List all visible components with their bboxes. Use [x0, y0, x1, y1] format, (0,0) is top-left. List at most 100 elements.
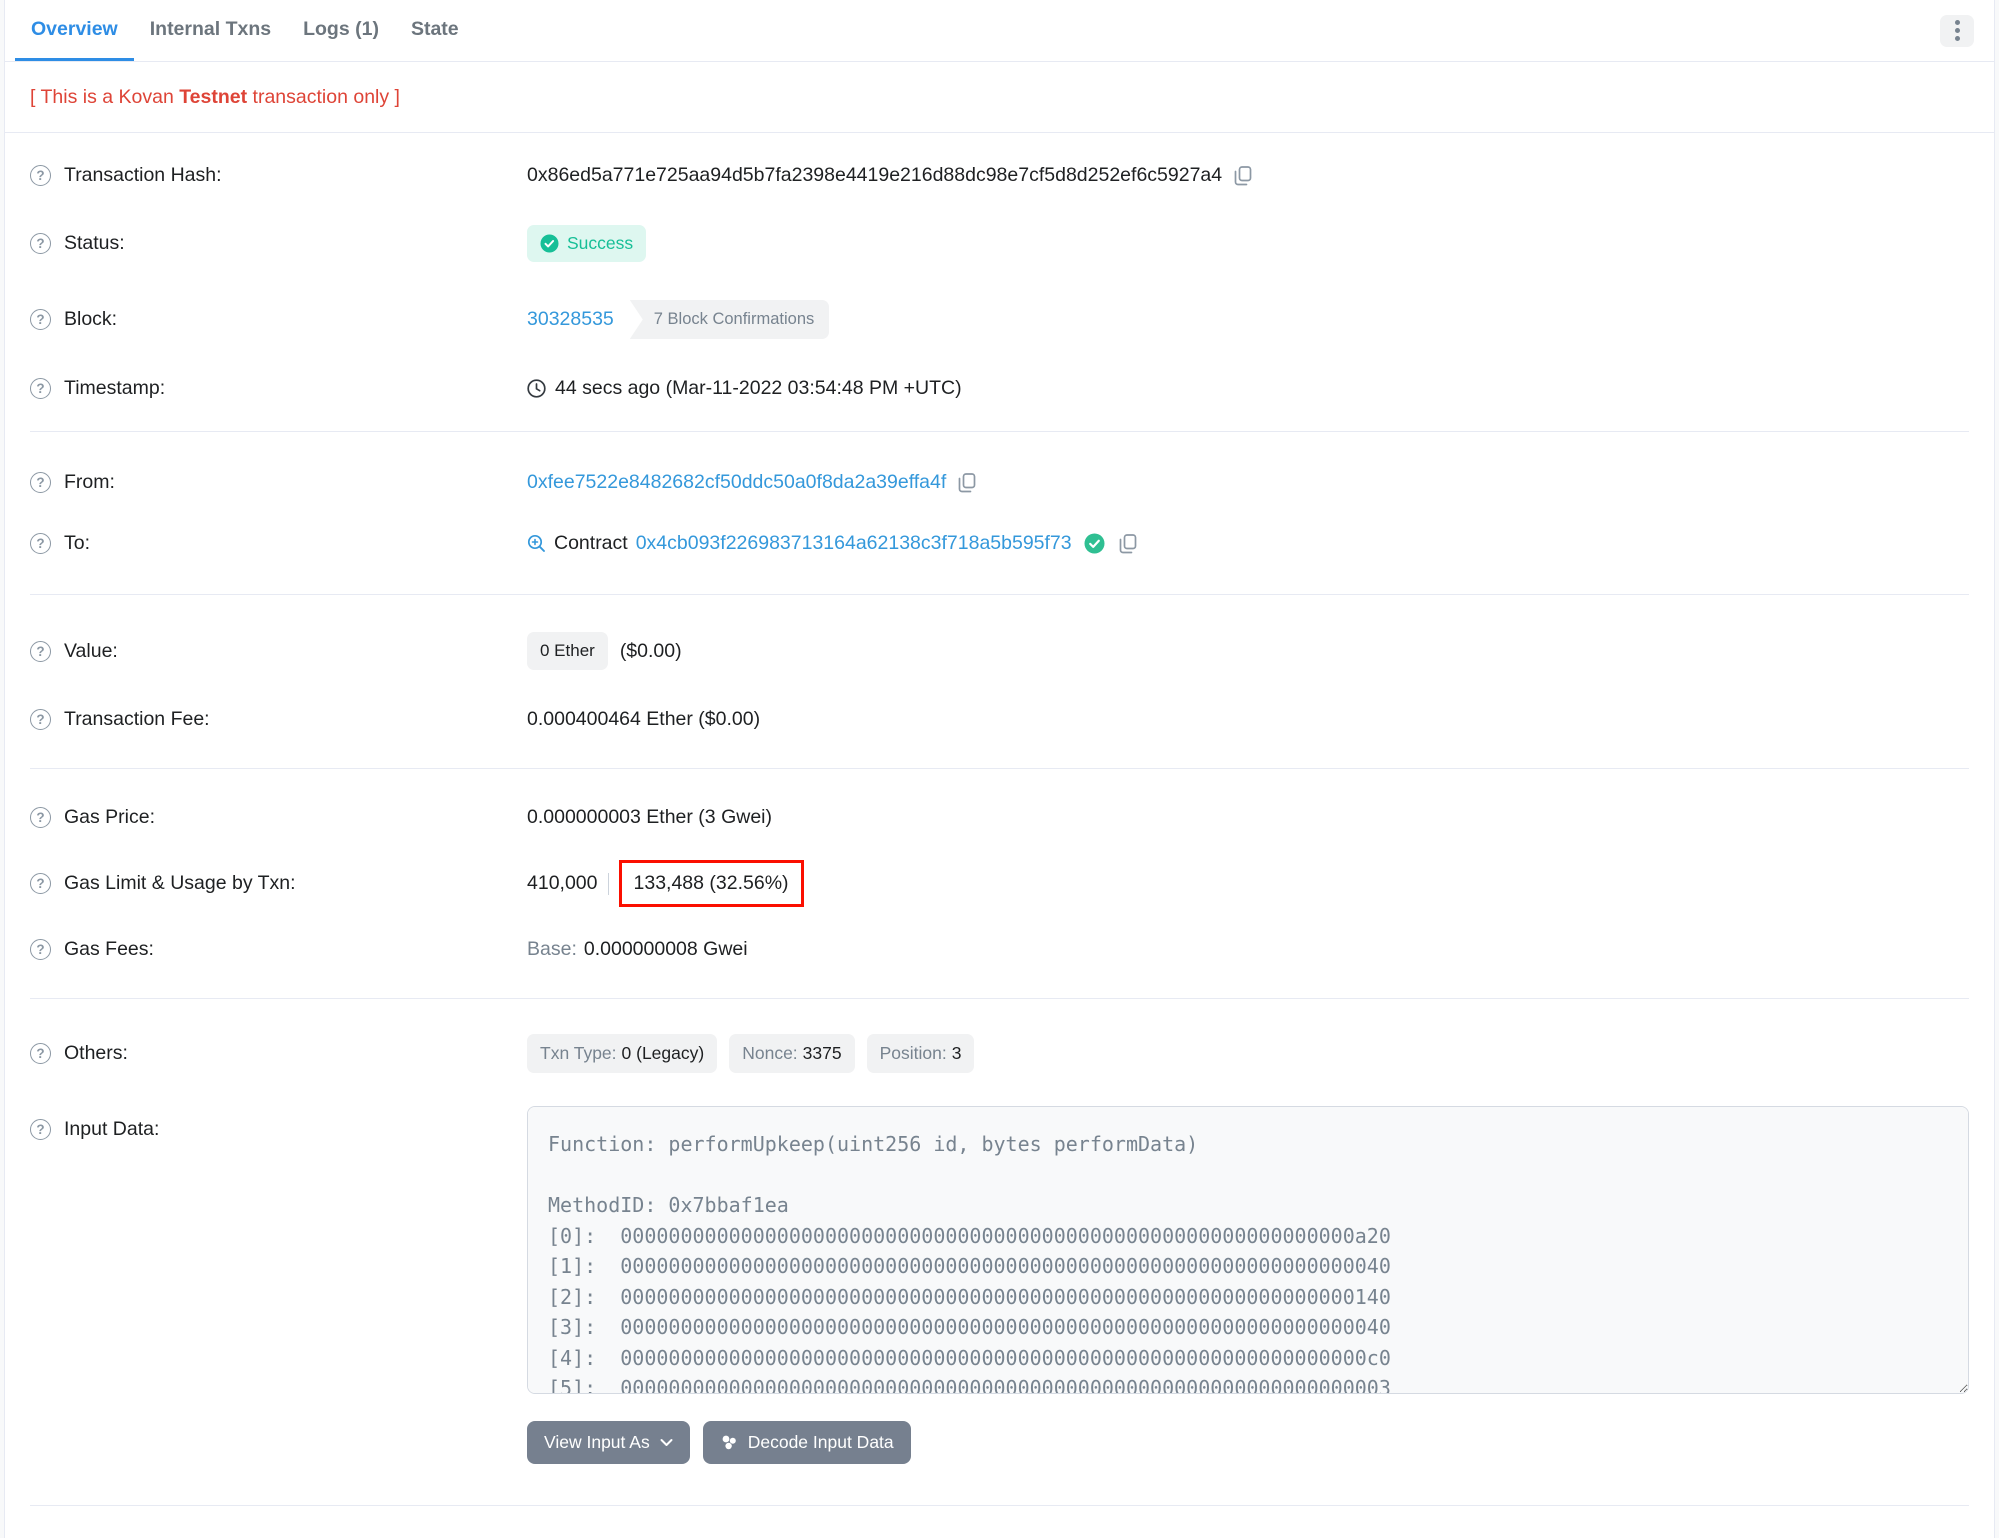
gas-usage-value: 133,488 (32.56%): [633, 872, 789, 894]
gas-price-value: 0.000000003 Ether (3 Gwei): [527, 806, 772, 828]
copy-icon: [1119, 533, 1137, 554]
zoom-in-icon[interactable]: [527, 534, 546, 553]
help-icon[interactable]: [30, 533, 51, 554]
gas-fees-base-label: Base:: [527, 938, 577, 960]
help-icon[interactable]: [30, 233, 51, 254]
row-to: To: Contract 0x4cb093f226983713164a62138…: [30, 513, 1969, 574]
notice-bold: Testnet: [179, 86, 248, 108]
tab-state[interactable]: State: [395, 0, 475, 61]
copy-hash-button[interactable]: [1234, 165, 1252, 186]
help-icon[interactable]: [30, 1119, 51, 1140]
txn-type-badge: Txn Type: 0 (Legacy): [527, 1034, 718, 1073]
gas-limit-value: 410,000: [527, 872, 598, 894]
transaction-hash-value: 0x86ed5a771e725aa94d5b7fa2398e4419e216d8…: [527, 164, 1223, 186]
status-value: Success: [567, 233, 634, 253]
to-contract-link[interactable]: 0x4cb093f226983713164a62138c3f718a5b595f…: [636, 532, 1072, 555]
decode-input-data-label: Decode Input Data: [747, 1432, 894, 1452]
row-label: Others:: [30, 1042, 527, 1065]
section-value: Value: 0 Ether ($0.00) Transaction Fee: …: [30, 595, 1969, 769]
kebab-dot-icon: [1954, 36, 1960, 41]
gas-usage-highlight-box: 133,488 (32.56%): [618, 860, 804, 907]
tab-bar: Overview Internal Txns Logs (1) State: [5, 0, 1994, 62]
position-label: Position:: [879, 1043, 947, 1063]
section-others-input: Others: Txn Type: 0 (Legacy) Nonce: 3375…: [30, 999, 1969, 1506]
nonce-label: Nonce:: [742, 1043, 798, 1063]
row-label: Gas Price:: [30, 806, 527, 829]
row-label: Gas Limit & Usage by Txn:: [30, 872, 527, 895]
tab-logs[interactable]: Logs (1): [287, 0, 395, 61]
row-from: From: 0xfee7522e8482682cf50ddc50a0f8da2a…: [30, 452, 1969, 513]
position-value: 3: [951, 1043, 962, 1063]
status-badge: Success: [527, 225, 647, 262]
check-circle-icon: [540, 234, 559, 253]
copy-icon: [1234, 165, 1252, 186]
gas-fees-base-value: 0.000000008 Gwei: [583, 938, 748, 960]
input-data-actions: View Input As Decode Input Data: [527, 1421, 1969, 1464]
decode-input-data-button[interactable]: Decode Input Data: [702, 1421, 911, 1464]
help-icon[interactable]: [30, 309, 51, 330]
from-address-link[interactable]: 0xfee7522e8482682cf50ddc50a0f8da2a39effa…: [527, 471, 946, 494]
row-label: Block:: [30, 308, 527, 331]
value-label: Value:: [64, 639, 118, 662]
help-icon[interactable]: [30, 378, 51, 399]
help-icon[interactable]: [30, 873, 51, 894]
row-label: Value:: [30, 640, 527, 663]
to-label: To:: [64, 532, 91, 554]
row-transaction-fee: Transaction Fee: 0.000400464 Ether ($0.0…: [30, 689, 1969, 750]
kebab-dot-icon: [1954, 20, 1960, 25]
row-label: To:: [30, 532, 527, 555]
row-input-data: Input Data: Function: performUpkeep(uint…: [30, 1092, 1969, 1483]
row-label: Transaction Hash:: [30, 164, 527, 187]
gas-price-label: Gas Price:: [64, 806, 156, 828]
txn-type-label: Txn Type:: [540, 1043, 617, 1063]
view-input-as-label: View Input As: [544, 1432, 650, 1452]
testnet-notice: [ This is a Kovan Testnet transaction on…: [5, 62, 1994, 133]
vertical-divider: [607, 872, 609, 895]
gas-fees-label: Gas Fees:: [64, 938, 154, 960]
gas-limit-label: Gas Limit & Usage by Txn:: [64, 872, 296, 894]
section-addresses: From: 0xfee7522e8482682cf50ddc50a0f8da2a…: [30, 432, 1969, 595]
caret-down-icon: [660, 1438, 673, 1447]
to-contract-prefix: Contract: [554, 532, 628, 554]
help-icon[interactable]: [30, 472, 51, 493]
value-usd: ($0.00): [619, 639, 682, 662]
row-gas-limit-usage: Gas Limit & Usage by Txn: 410,000 133,48…: [30, 848, 1969, 919]
nonce-value: 3375: [802, 1043, 842, 1063]
help-icon[interactable]: [30, 1043, 51, 1064]
block-confirmations-badge: 7 Block Confirmations: [629, 300, 830, 339]
value-badge: 0 Ether: [527, 632, 608, 670]
row-gas-price: Gas Price: 0.000000003 Ether (3 Gwei): [30, 787, 1969, 848]
copy-to-button[interactable]: [1119, 533, 1137, 554]
copy-from-button[interactable]: [958, 472, 976, 493]
notice-prefix: [ This is a Kovan: [30, 86, 180, 108]
row-status: Status: Success: [30, 206, 1969, 281]
help-icon[interactable]: [30, 939, 51, 960]
transaction-card: Overview Internal Txns Logs (1) State [ …: [4, 0, 1995, 1538]
others-label: Others:: [64, 1042, 128, 1064]
help-icon[interactable]: [30, 807, 51, 828]
help-icon[interactable]: [30, 165, 51, 186]
kebab-dot-icon: [1954, 28, 1960, 33]
row-gas-fees: Gas Fees: Base: 0.000000008 Gwei: [30, 919, 1969, 980]
verified-check-icon: [1084, 533, 1105, 554]
row-value: Value: 0 Ether ($0.00): [30, 613, 1969, 689]
block-label: Block:: [64, 308, 118, 330]
tab-overview[interactable]: Overview: [15, 0, 134, 61]
row-transaction-hash: Transaction Hash: 0x86ed5a771e725aa94d5b…: [30, 145, 1969, 206]
row-label: Transaction Fee:: [30, 708, 527, 731]
block-link[interactable]: 30328535: [527, 308, 614, 331]
from-label: From:: [64, 471, 115, 493]
help-icon[interactable]: [30, 640, 51, 662]
row-label: From:: [30, 471, 527, 494]
input-data-textarea[interactable]: Function: performUpkeep(uint256 id, byte…: [527, 1106, 1969, 1394]
row-label: Gas Fees:: [30, 938, 527, 961]
kebab-menu-button[interactable]: [1940, 14, 1974, 47]
copy-icon: [958, 472, 976, 493]
row-others: Others: Txn Type: 0 (Legacy) Nonce: 3375…: [30, 1015, 1969, 1092]
txn-type-value: 0 (Legacy): [621, 1043, 705, 1063]
input-data-label: Input Data:: [64, 1118, 160, 1140]
view-input-as-button[interactable]: View Input As: [527, 1421, 690, 1464]
section-overview-top: Transaction Hash: 0x86ed5a771e725aa94d5b…: [30, 133, 1969, 432]
tab-internal-txns[interactable]: Internal Txns: [134, 0, 287, 61]
help-icon[interactable]: [30, 709, 51, 730]
